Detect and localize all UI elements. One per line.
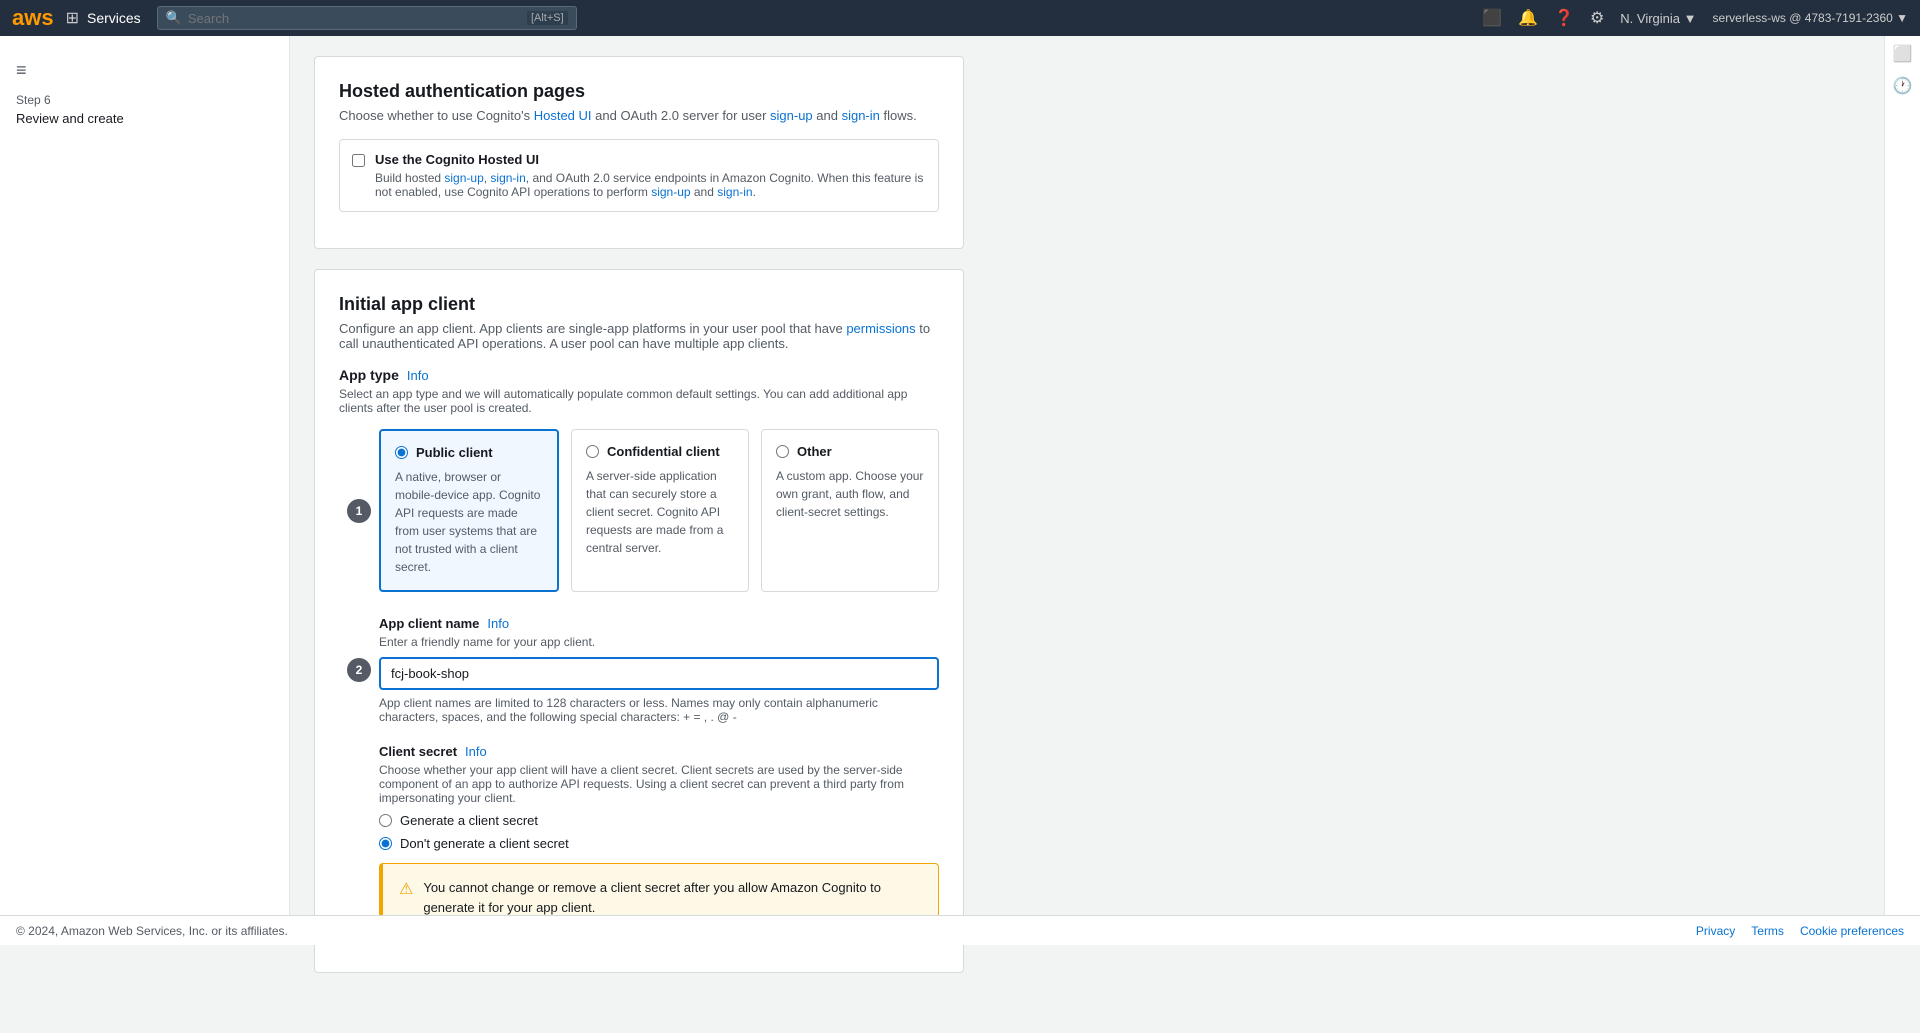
warning-icon: ⚠ xyxy=(399,879,413,899)
help-icon[interactable]: ❓ xyxy=(1554,8,1574,28)
app-type-header: App type Info xyxy=(339,367,939,383)
client-secret-section-wrapper: Client secret Info Choose whether your a… xyxy=(339,744,939,932)
hosted-ui-link[interactable]: Hosted UI xyxy=(534,108,592,123)
confidential-client-card[interactable]: Confidential client A server-side applic… xyxy=(571,429,749,592)
public-client-header: Public client xyxy=(395,445,543,460)
footer-terms-link[interactable]: Terms xyxy=(1751,924,1784,938)
initial-app-client-card: Initial app client Configure an app clie… xyxy=(314,269,964,973)
step-badge-1: 1 xyxy=(347,499,371,523)
confidential-client-desc: A server-side application that can secur… xyxy=(586,467,734,557)
top-navigation: aws ⊞ Services 🔍 [Alt+S] ⬛ 🔔 ❓ ⚙ N. Virg… xyxy=(0,0,1920,36)
permissions-link[interactable]: permissions xyxy=(846,321,915,336)
app-client-name-input[interactable] xyxy=(379,657,939,690)
client-secret-info[interactable]: Info xyxy=(465,744,487,759)
public-client-radio[interactable] xyxy=(395,446,408,459)
initial-app-client-title: Initial app client xyxy=(339,294,939,315)
dont-generate-secret-label: Don't generate a client secret xyxy=(400,836,569,851)
hosted-ui-label-area: Use the Cognito Hosted UI Build hosted s… xyxy=(375,152,926,199)
other-client-label: Other xyxy=(797,444,832,459)
public-client-label: Public client xyxy=(416,445,493,460)
hosted-ui-label: Use the Cognito Hosted UI xyxy=(375,152,926,167)
grid-icon[interactable]: ⊞ xyxy=(66,8,79,28)
footer-privacy-link[interactable]: Privacy xyxy=(1696,924,1735,938)
public-client-desc: A native, browser or mobile-device app. … xyxy=(395,468,543,576)
warning-text: You cannot change or remove a client sec… xyxy=(423,878,922,917)
main-content: Hosted authentication pages Choose wheth… xyxy=(290,36,1920,1033)
sign-in-link[interactable]: sign-in xyxy=(490,171,525,185)
dont-generate-secret-option[interactable]: Don't generate a client secret xyxy=(379,836,939,851)
app-type-info-link[interactable]: Info xyxy=(407,368,429,383)
hosted-ui-checkbox-row: Use the Cognito Hosted UI Build hosted s… xyxy=(339,139,939,212)
page-footer: © 2024, Amazon Web Services, Inc. or its… xyxy=(0,915,1920,945)
sign-up-link[interactable]: sign-up xyxy=(444,171,483,185)
settings-icon[interactable]: ⚙ xyxy=(1590,8,1604,28)
right-panel-icon-1[interactable]: ⬜ xyxy=(1893,44,1913,64)
public-client-card[interactable]: Public client A native, browser or mobil… xyxy=(379,429,559,592)
hosted-auth-card: Hosted authentication pages Choose wheth… xyxy=(314,56,964,249)
app-client-name-form: 2 App client name Info Enter a friendly … xyxy=(379,616,939,724)
client-secret-label: Client secret xyxy=(379,744,457,759)
sidebar: ≡ Step 6 Review and create xyxy=(0,36,290,915)
app-client-name-section: 2 App client name Info Enter a friendly … xyxy=(339,616,939,724)
search-icon: 🔍 xyxy=(166,10,182,26)
right-panel-icon-2[interactable]: 🕐 xyxy=(1893,76,1913,96)
generate-secret-option[interactable]: Generate a client secret xyxy=(379,813,939,828)
app-type-label: App type xyxy=(339,367,399,383)
generate-secret-radio[interactable] xyxy=(379,814,392,827)
app-type-radio-cards: Public client A native, browser or mobil… xyxy=(379,429,939,592)
app-client-name-sublabel: Enter a friendly name for your app clien… xyxy=(379,635,939,649)
app-type-desc: Select an app type and we will automatic… xyxy=(339,387,939,415)
confidential-client-label: Confidential client xyxy=(607,444,720,459)
region-selector[interactable]: N. Virginia ▼ xyxy=(1620,11,1696,26)
nav-right-area: ⬛ 🔔 ❓ ⚙ N. Virginia ▼ serverless-ws @ 47… xyxy=(1482,8,1908,28)
services-nav-link[interactable]: Services xyxy=(87,10,141,26)
terminal-icon[interactable]: ⬛ xyxy=(1482,8,1502,28)
right-panel: ⬜ 🕐 xyxy=(1884,36,1920,915)
app-type-section: App type Info Select an app type and we … xyxy=(339,367,939,592)
confidential-client-header: Confidential client xyxy=(586,444,734,459)
hosted-auth-description: Choose whether to use Cognito's Hosted U… xyxy=(339,108,939,123)
dont-generate-secret-radio[interactable] xyxy=(379,837,392,850)
client-secret-label-row: Client secret Info xyxy=(379,744,939,759)
signup-link2[interactable]: sign-up xyxy=(651,185,690,199)
footer-cookie-link[interactable]: Cookie preferences xyxy=(1800,924,1904,938)
app-client-name-label: App client name xyxy=(379,616,479,631)
other-client-header: Other xyxy=(776,444,924,459)
app-client-name-info[interactable]: Info xyxy=(487,616,509,631)
other-client-desc: A custom app. Choose your own grant, aut… xyxy=(776,467,924,521)
search-bar[interactable]: 🔍 [Alt+S] xyxy=(157,6,577,30)
sidebar-menu-icon[interactable]: ≡ xyxy=(0,52,289,89)
page-wrapper: ≡ Step 6 Review and create Hosted authen… xyxy=(0,36,1920,1033)
signup-link[interactable]: sign-up xyxy=(770,108,813,123)
other-client-radio[interactable] xyxy=(776,445,789,458)
other-client-card[interactable]: Other A custom app. Choose your own gran… xyxy=(761,429,939,592)
initial-app-client-desc: Configure an app client. App clients are… xyxy=(339,321,939,351)
step-badge-2: 2 xyxy=(347,658,371,682)
confidential-client-radio[interactable] xyxy=(586,445,599,458)
signin-link2[interactable]: sign-in xyxy=(717,185,752,199)
search-input[interactable] xyxy=(188,11,527,26)
app-client-name-hint: App client names are limited to 128 char… xyxy=(379,696,939,724)
aws-logo: aws xyxy=(12,5,54,31)
hosted-ui-checkbox[interactable] xyxy=(352,154,365,167)
client-secret-desc: Choose whether your app client will have… xyxy=(379,763,939,805)
app-type-form-section: 1 Public client A native, browser or mob… xyxy=(379,429,939,592)
signin-link[interactable]: sign-in xyxy=(842,108,880,123)
bell-icon[interactable]: 🔔 xyxy=(1518,8,1538,28)
footer-copyright: © 2024, Amazon Web Services, Inc. or its… xyxy=(16,924,288,938)
app-client-name-label-row: App client name Info xyxy=(379,616,939,631)
sidebar-step-label: Step 6 xyxy=(0,89,289,109)
search-shortcut: [Alt+S] xyxy=(527,11,568,25)
client-secret-form: Client secret Info Choose whether your a… xyxy=(379,744,939,932)
hosted-auth-title: Hosted authentication pages xyxy=(339,81,939,102)
account-selector[interactable]: serverless-ws @ 4783-7191-2360 ▼ xyxy=(1713,11,1908,25)
sidebar-step-name: Review and create xyxy=(0,109,289,128)
hosted-ui-sublabel: Build hosted sign-up, sign-in, and OAuth… xyxy=(375,171,926,199)
generate-secret-label: Generate a client secret xyxy=(400,813,538,828)
